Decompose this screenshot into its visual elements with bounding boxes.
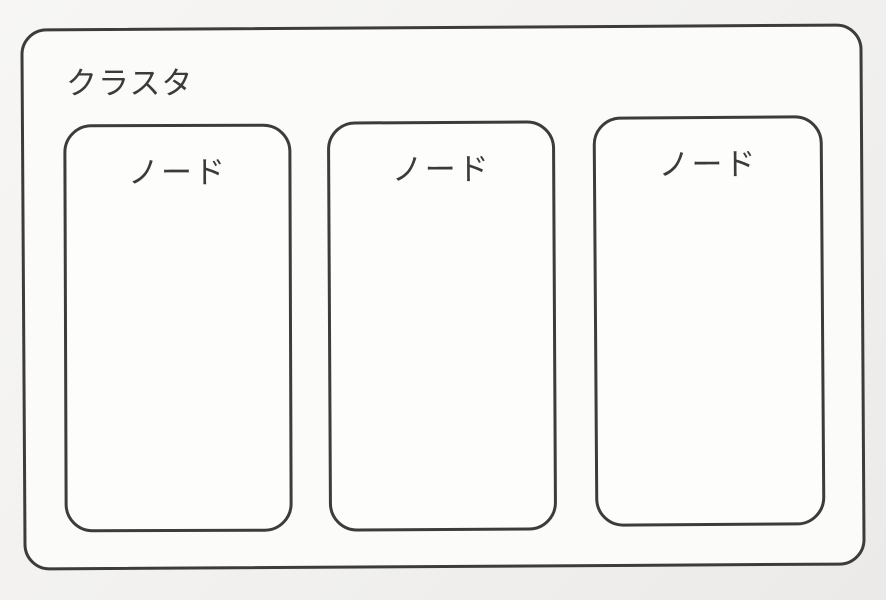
- cluster-label: クラスタ: [66, 66, 194, 102]
- node-box-2: ノード: [326, 120, 558, 532]
- node-label-3: ノード: [658, 146, 758, 184]
- node-box-1: ノード: [63, 123, 293, 533]
- node-label-1: ノード: [127, 154, 228, 192]
- node-label-2: ノード: [391, 151, 491, 189]
- node-box-3: ノード: [592, 115, 826, 527]
